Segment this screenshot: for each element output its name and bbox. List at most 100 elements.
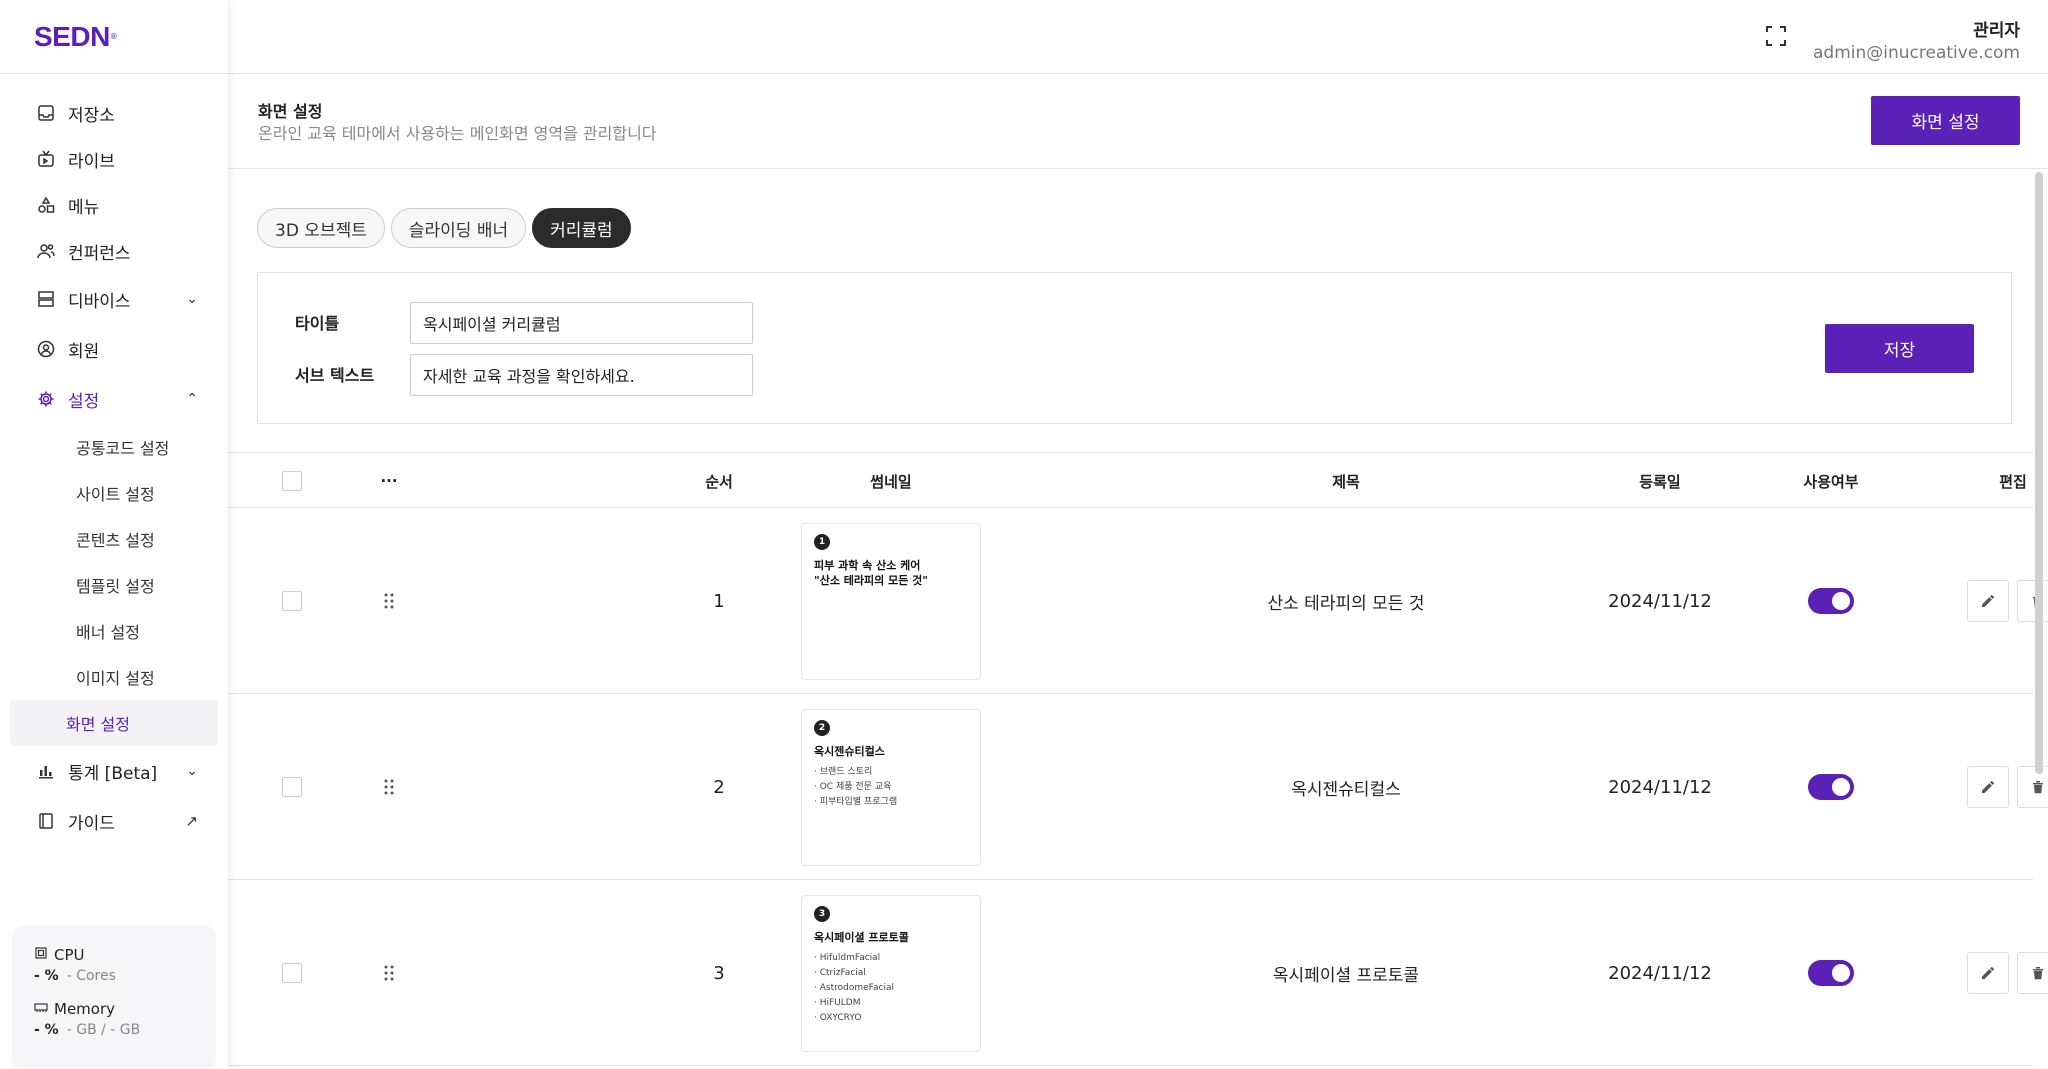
row-order: 3 [713, 962, 725, 984]
submenu-item[interactable]: 이미지 설정 [10, 654, 218, 700]
memory-usage: - GB / - GB [66, 1022, 141, 1038]
bar-chart-icon [36, 761, 56, 781]
table-row: 3 3 옥시페이셜 프로토콜 · HifuldmFacial · CtrizFa… [228, 880, 2048, 1066]
pencil-icon [1982, 594, 1995, 607]
sidebar-item-label: 저장소 [68, 105, 115, 126]
header-use: 사용여부 [1803, 472, 1859, 491]
server-icon [36, 289, 56, 309]
sidebar-item-guide[interactable]: 가이드 ↗ [0, 796, 228, 846]
sidebar-item-label: 컨퍼런스 [68, 243, 131, 264]
row-order: 1 [713, 590, 725, 612]
row-checkbox[interactable] [282, 591, 302, 611]
use-toggle[interactable] [1808, 960, 1854, 986]
user-name: 관리자 [1973, 21, 2020, 41]
row-checkbox[interactable] [282, 777, 302, 797]
shapes-icon [36, 195, 56, 215]
select-all-checkbox[interactable] [282, 471, 302, 491]
drag-handle-icon[interactable] [374, 508, 404, 694]
top-bar: 관리자 admin@inucreative.com [228, 0, 2048, 74]
pencil-icon [1982, 780, 1995, 793]
curriculum-table: ··· 순서 썸네일 제목 등록일 사용여부 편집 1 1 피부 과학 속 산소… [228, 452, 2048, 1066]
sidebar-item-label: 디바이스 [68, 291, 131, 312]
subtext-input[interactable] [410, 354, 753, 396]
thumbnail-number: 3 [814, 905, 830, 922]
sidebar-item-label: 라이브 [68, 151, 115, 172]
drag-handle-icon[interactable] [374, 880, 404, 1066]
row-date: 2024/11/12 [1608, 962, 1712, 984]
subtext-label: 서브 텍스트 [295, 366, 375, 385]
sidebar-nav: 저장소 라이브 메뉴 컨퍼런스 디바이스 ⌄ 회원 설정 ⌃ 공통코드 설정 사… [0, 74, 228, 846]
submenu-item[interactable]: 공통코드 설정 [10, 424, 218, 470]
use-toggle[interactable] [1808, 774, 1854, 800]
edit-button[interactable] [1967, 766, 2009, 808]
title-input[interactable] [410, 302, 753, 344]
gear-icon [36, 389, 56, 409]
sidebar-item-label: 가이드 [68, 813, 115, 834]
tv-icon [36, 149, 56, 169]
inbox-icon [36, 103, 56, 123]
sidebar-item-settings[interactable]: 설정 ⌃ [0, 374, 228, 424]
cpu-label: CPU [54, 946, 85, 964]
drag-handle-icon[interactable] [374, 694, 404, 880]
title-label: 타이틀 [295, 314, 340, 333]
sidebar-item-menu[interactable]: 메뉴 [0, 182, 228, 228]
users-icon [36, 241, 56, 261]
chevron-down-icon: ⌄ [186, 763, 198, 779]
memory-icon [34, 1000, 48, 1018]
sidebar-item-device[interactable]: 디바이스 ⌄ [0, 274, 228, 324]
pencil-icon [1982, 966, 1995, 979]
table-row: 2 2 옥시젠슈티컬스 · 브랜드 스토리 · OC 제품 전문 교육 · 피부… [228, 694, 2048, 880]
header-edit: 편집 [1999, 472, 2027, 491]
submenu-item[interactable]: 템플릿 설정 [10, 562, 218, 608]
system-status: CPU - % - Cores Memory - % - GB / - GB [12, 926, 216, 1069]
table-row: 1 1 피부 과학 속 산소 케어 "산소 테라피의 모든 것" 산소 테라피의… [228, 508, 2048, 694]
page-description: 온라인 교육 테마에서 사용하는 메인화면 영역을 관리합니다 [258, 124, 657, 143]
sidebar-item-conference[interactable]: 컨퍼런스 [0, 228, 228, 274]
logo-text: SEDN [34, 20, 110, 52]
cpu-value: - % [34, 968, 59, 984]
user-info[interactable]: 관리자 admin@inucreative.com [1813, 16, 2020, 63]
screen-settings-button[interactable]: 화면 설정 [1871, 96, 2020, 145]
tab-curriculum[interactable]: 커리큘럼 [532, 208, 631, 248]
submenu-item[interactable]: 배너 설정 [10, 608, 218, 654]
header-order: 순서 [705, 472, 733, 491]
row-checkbox[interactable] [282, 963, 302, 983]
sidebar-item-live[interactable]: 라이브 [0, 136, 228, 182]
settings-submenu: 공통코드 설정 사이트 설정 콘텐츠 설정 템플릿 설정 배너 설정 이미지 설… [0, 424, 228, 746]
scrollbar-thumb[interactable] [2035, 172, 2043, 774]
tab-sliding-banner[interactable]: 슬라이딩 배너 [390, 208, 527, 248]
page-title: 화면 설정 [258, 102, 323, 121]
page-header: 화면 설정 온라인 교육 테마에서 사용하는 메인화면 영역을 관리합니다 화면… [228, 74, 2048, 169]
tab-bar: 3D 오브젝트 슬라이딩 배너 커리큘럼 [257, 208, 631, 248]
sidebar-item-member[interactable]: 회원 [0, 324, 228, 374]
cpu-cores: - Cores [66, 968, 116, 984]
tab-3d-object[interactable]: 3D 오브젝트 [257, 208, 385, 248]
sidebar-item-label: 설정 [68, 391, 100, 412]
thumbnail-number: 2 [814, 719, 830, 736]
chevron-down-icon: ⌄ [186, 291, 198, 307]
vertical-scrollbar[interactable] [2034, 170, 2044, 1069]
memory-value: - % [34, 1022, 59, 1038]
header-more[interactable]: ··· [374, 453, 404, 509]
row-date: 2024/11/12 [1608, 590, 1712, 612]
sidebar-item-stats[interactable]: 통계 [Beta] ⌄ [0, 746, 228, 796]
cpu-icon [34, 946, 48, 964]
submenu-item-active[interactable]: 화면 설정 [10, 700, 218, 746]
submenu-item[interactable]: 콘텐츠 설정 [10, 516, 218, 562]
fullscreen-icon[interactable] [1764, 24, 1788, 48]
save-button[interactable]: 저장 [1825, 324, 1974, 373]
select-all-cell [282, 453, 302, 509]
brand-logo[interactable]: SEDN ® [0, 0, 228, 74]
row-order: 2 [713, 776, 725, 798]
edit-button[interactable] [1967, 952, 2009, 994]
sidebar-item-storage[interactable]: 저장소 [0, 90, 228, 136]
submenu-item[interactable]: 사이트 설정 [10, 470, 218, 516]
sidebar-item-label: 메뉴 [68, 197, 100, 218]
use-toggle[interactable] [1808, 588, 1854, 614]
table-header: ··· 순서 썸네일 제목 등록일 사용여부 편집 [228, 452, 2033, 508]
memory-label: Memory [54, 1000, 116, 1018]
user-circle-icon [36, 339, 56, 359]
user-email: admin@inucreative.com [1813, 43, 2020, 63]
edit-button[interactable] [1967, 580, 2009, 622]
sidebar-item-label: 회원 [68, 341, 100, 362]
